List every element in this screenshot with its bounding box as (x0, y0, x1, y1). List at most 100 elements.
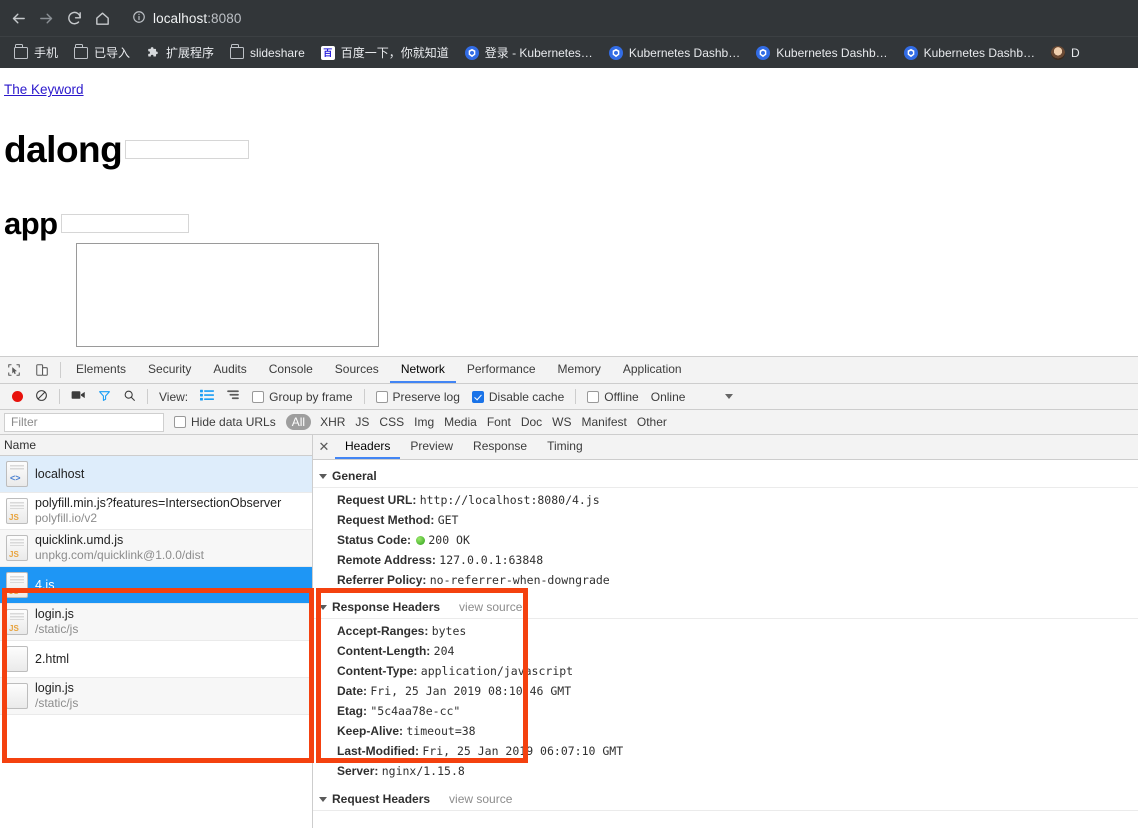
tab-console[interactable]: Console (258, 357, 324, 383)
tab-preview[interactable]: Preview (400, 435, 463, 459)
details-tabbar: ✕ Headers Preview Response Timing (313, 435, 1138, 460)
address-bar[interactable]: localhost:8080 (122, 5, 1134, 31)
header-value: 204 (433, 643, 455, 658)
throttling-caret[interactable] (719, 394, 739, 399)
clear-button[interactable] (29, 389, 54, 405)
bookmark-label: Kubernetes Dashb… (776, 45, 888, 60)
header-row: Status Code: 200 OK (313, 530, 1138, 550)
filter-type-xhr[interactable]: XHR (315, 415, 350, 429)
header-key: Keep-Alive: (337, 723, 404, 738)
bookmark-item[interactable]: Kubernetes Dashb… (603, 43, 748, 63)
headers-content: General Request URL: http://localhost:80… (313, 460, 1138, 828)
bookmark-item[interactable]: 登录 - Kubernetes… (459, 41, 601, 64)
chevron-down-icon (319, 473, 327, 479)
info-circle-icon[interactable] (132, 10, 146, 27)
filter-input[interactable]: Filter (4, 412, 164, 432)
filter-type-css[interactable]: CSS (374, 415, 409, 429)
tab-elements[interactable]: Elements (65, 357, 137, 383)
tab-headers[interactable]: Headers (335, 435, 401, 459)
clear-icon (35, 389, 48, 405)
close-icon[interactable]: ✕ (313, 435, 335, 459)
record-button[interactable] (6, 391, 29, 402)
bookmark-item[interactable]: 百 百度一下，你就知道 (315, 41, 457, 64)
table-row[interactable]: localhost (0, 456, 312, 493)
header-row: Accept-Ranges: bytes (313, 621, 1138, 641)
search-button[interactable] (117, 389, 142, 405)
table-row[interactable]: login.js /static/js (0, 678, 312, 715)
view-list-button[interactable] (194, 389, 220, 404)
hide-data-urls-checkbox[interactable]: Hide data URLs (168, 415, 282, 429)
header-row: Remote Address: 127.0.0.1:63848 (313, 550, 1138, 570)
the-keyword-link[interactable]: The Keyword (4, 82, 84, 97)
bookmark-item[interactable]: slideshare (224, 43, 313, 63)
table-row[interactable]: login.js /static/js (0, 604, 312, 641)
tab-application[interactable]: Application (612, 357, 693, 383)
tab-performance[interactable]: Performance (456, 357, 547, 383)
filter-type-doc[interactable]: Doc (516, 415, 547, 429)
bookmark-item[interactable]: 扩展程序 (140, 41, 222, 64)
capture-screenshots-button[interactable] (65, 389, 92, 404)
chevron-down-icon (319, 604, 327, 610)
inspect-element-icon[interactable] (0, 357, 28, 383)
text-input-2[interactable] (60, 214, 189, 233)
js-file-icon (6, 498, 28, 524)
table-row[interactable]: quicklink.umd.js unpkg.com/quicklink@1.0… (0, 530, 312, 567)
section-request-headers[interactable]: Request Headers view source (313, 788, 1138, 811)
tab-response[interactable]: Response (463, 435, 537, 459)
request-path: /static/js (35, 622, 79, 636)
request-name: login.js (35, 681, 74, 695)
home-icon[interactable] (88, 4, 116, 32)
js-file-icon (6, 535, 28, 561)
filter-button[interactable] (92, 389, 117, 405)
offline-label: Offline (604, 389, 639, 404)
filter-type-all[interactable]: All (285, 414, 312, 430)
tab-security[interactable]: Security (137, 357, 202, 383)
bookmark-item[interactable]: Kubernetes Dashb… (750, 43, 895, 63)
tab-audits[interactable]: Audits (202, 357, 257, 383)
forward-icon[interactable] (32, 4, 60, 32)
filter-type-img[interactable]: Img (409, 415, 439, 429)
preserve-log-checkbox[interactable]: Preserve log (370, 390, 466, 404)
filter-type-font[interactable]: Font (482, 415, 516, 429)
folder-icon (14, 44, 28, 59)
view-source-link[interactable]: view source (459, 600, 522, 614)
bookmark-item[interactable]: 手机 (8, 41, 66, 64)
section-general[interactable]: General (313, 465, 1138, 488)
bookmark-item[interactable]: 已导入 (68, 41, 138, 64)
plain-file-icon (6, 646, 28, 672)
status-ok-icon (416, 535, 426, 545)
filter-type-js[interactable]: JS (350, 415, 374, 429)
header-key: Request Method: (337, 512, 435, 527)
kubernetes-icon (756, 45, 771, 60)
bookmark-item[interactable]: Kubernetes Dashb… (898, 43, 1043, 63)
tab-network[interactable]: Network (389, 357, 456, 383)
table-row[interactable]: polyfill.min.js?features=IntersectionObs… (0, 493, 312, 530)
bookmark-item[interactable]: D (1045, 43, 1088, 63)
tab-sources[interactable]: Sources (324, 357, 390, 383)
table-row-selected[interactable]: 4.js (0, 567, 312, 604)
device-toolbar-icon[interactable] (28, 357, 56, 383)
tab-memory[interactable]: Memory (547, 357, 612, 383)
request-list[interactable]: localhost polyfill.min.js?features=Inter… (0, 456, 312, 828)
filter-type-media[interactable]: Media (439, 415, 482, 429)
section-response-headers[interactable]: Response Headers view source (313, 596, 1138, 619)
group-by-frame-checkbox[interactable]: Group by frame (246, 390, 358, 404)
filter-type-other[interactable]: Other (632, 415, 672, 429)
filter-type-manifest[interactable]: Manifest (577, 415, 632, 429)
filter-type-ws[interactable]: WS (547, 415, 576, 429)
disable-cache-checkbox[interactable]: Disable cache (466, 390, 570, 404)
request-name: quicklink.umd.js (35, 533, 124, 547)
header-key: Referrer Policy: (337, 572, 427, 587)
header-row: Server: nginx/1.15.8 (313, 761, 1138, 781)
back-icon[interactable] (4, 4, 32, 32)
view-source-link[interactable]: view source (449, 792, 512, 806)
header-key: Status Code: (337, 532, 412, 547)
view-waterfall-button[interactable] (220, 389, 246, 404)
table-row[interactable]: 2.html (0, 641, 312, 678)
tab-timing[interactable]: Timing (537, 435, 593, 459)
header-row: Request Method: GET (313, 510, 1138, 530)
text-input-1[interactable] (125, 140, 250, 159)
offline-checkbox[interactable]: Offline (581, 390, 644, 404)
throttling-select[interactable]: Online (645, 390, 692, 404)
reload-icon[interactable] (60, 4, 88, 32)
